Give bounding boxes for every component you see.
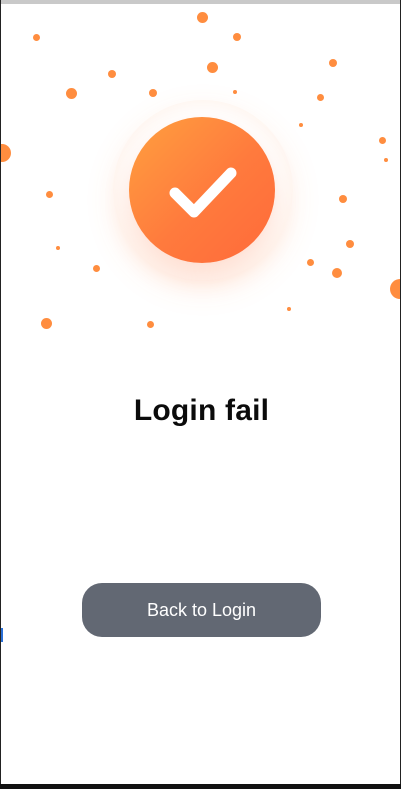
confetti-dot	[149, 89, 157, 97]
confetti-dot	[339, 195, 347, 203]
confetti-dot	[390, 279, 400, 299]
confetti-dot	[1, 144, 11, 162]
confetti-dot	[317, 94, 324, 101]
confetti-dot	[46, 191, 53, 198]
confetti-dot	[33, 34, 40, 41]
confetti-dot	[299, 123, 303, 127]
confetti-dot	[197, 12, 208, 23]
checkmark-icon	[169, 167, 237, 218]
confetti-dot	[66, 88, 77, 99]
confetti-dot	[384, 158, 388, 162]
confetti-dot	[346, 240, 354, 248]
back-to-login-button[interactable]: Back to Login	[82, 583, 321, 637]
confetti-dot	[93, 265, 100, 272]
confetti-dot	[41, 318, 52, 329]
confetti-dot	[233, 90, 237, 94]
confetti-dot	[207, 62, 218, 73]
status-icon-circle	[129, 117, 275, 263]
confetti-dot	[307, 259, 314, 266]
confetti-dot	[147, 321, 154, 328]
confetti-dot	[332, 268, 342, 278]
side-accent	[1, 628, 3, 642]
confetti-dot	[108, 70, 116, 78]
confetti-dot	[233, 33, 241, 41]
confetti-dot	[379, 137, 386, 144]
top-status-bar	[1, 0, 400, 4]
confetti-dot	[329, 59, 337, 67]
status-title: Login fail	[133, 394, 270, 427]
bottom-bar	[0, 784, 401, 789]
confetti-dot	[56, 246, 60, 250]
app-screen: Login fail Back to Login	[0, 0, 401, 784]
confetti-dot	[287, 307, 291, 311]
